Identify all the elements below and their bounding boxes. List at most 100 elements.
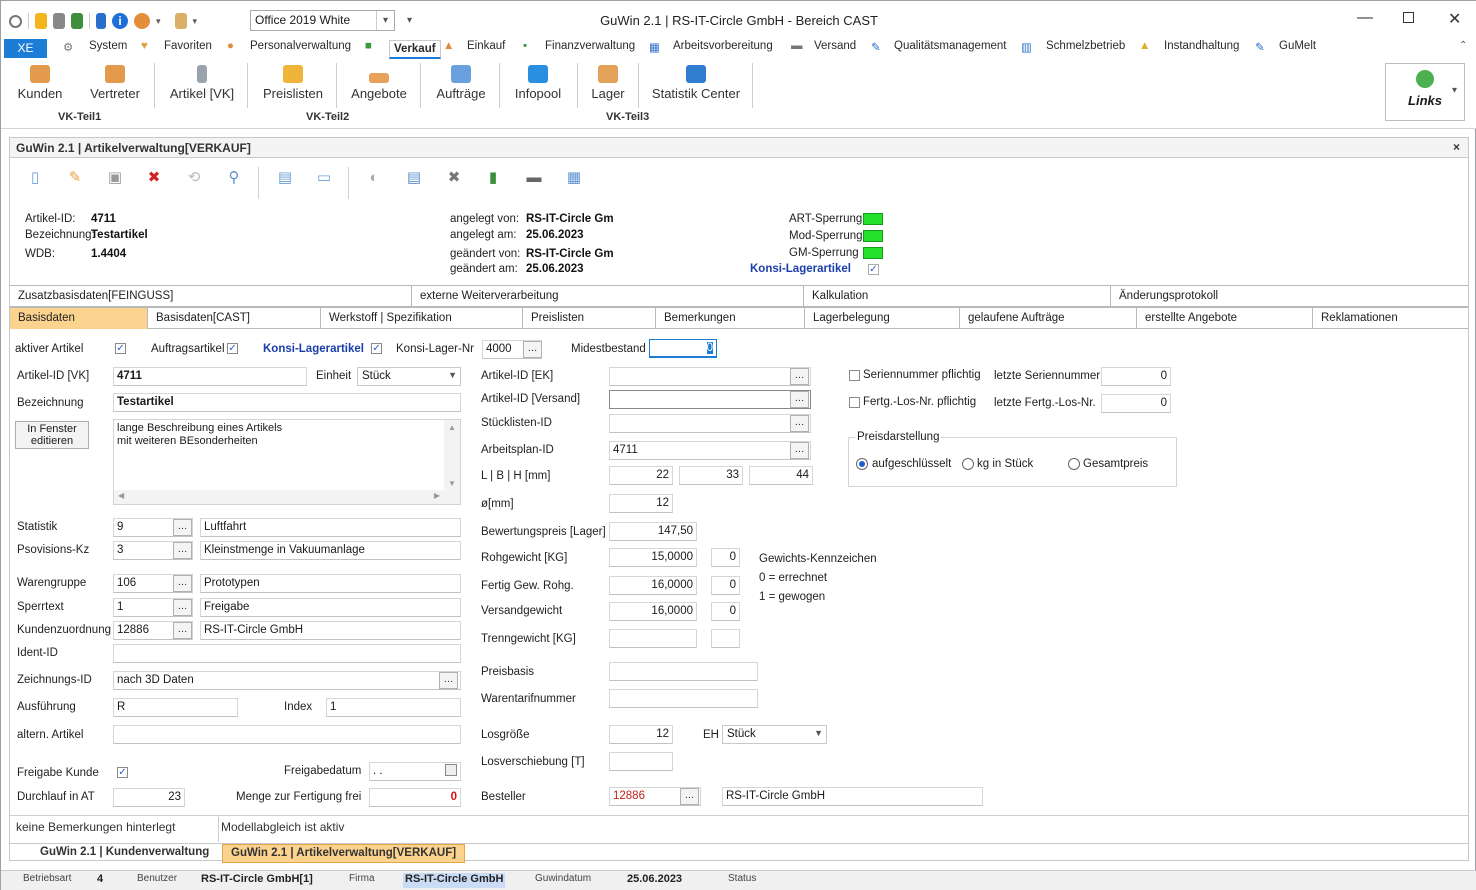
- fertig-gew-input[interactable]: 16,0000: [609, 576, 697, 595]
- beschreibung-textarea[interactable]: lange Beschreibung eines Artikels mit we…: [113, 419, 461, 505]
- konsi-lagerartikel-checkbox[interactable]: ✓: [371, 343, 382, 354]
- vertical-scrollbar[interactable]: ▲ ▼: [444, 420, 460, 490]
- close-document-icon[interactable]: ×: [1453, 140, 1460, 154]
- kundenzuordnung-lookup-button[interactable]: …: [173, 622, 192, 639]
- minimize-icon[interactable]: —: [1357, 9, 1373, 27]
- ribbon-lager[interactable]: Lager: [589, 65, 627, 101]
- zeichnungs-id-lookup-button[interactable]: …: [439, 672, 458, 689]
- statistik-lookup-button[interactable]: …: [173, 519, 192, 536]
- arbeitsplan-id-lookup-button[interactable]: …: [790, 442, 809, 459]
- menu-verkauf[interactable]: Verkauf: [389, 40, 441, 59]
- losverschiebung-input[interactable]: [609, 752, 673, 771]
- menge-frei-input[interactable]: 0: [369, 788, 461, 807]
- altern-artikel-input[interactable]: [113, 725, 461, 744]
- ribbon-statistik-center[interactable]: Statistik Center: [651, 65, 741, 101]
- hoehe-input[interactable]: 44: [749, 466, 813, 485]
- aufgeschluesselt-radio[interactable]: [856, 458, 868, 470]
- new-icon[interactable]: ▯: [24, 167, 46, 189]
- menu-instandhaltung[interactable]: Instandhaltung: [1164, 40, 1239, 52]
- tab-aenderungsprotokoll[interactable]: Änderungsprotokoll: [1111, 286, 1468, 307]
- tab-gelaufene-auftraege[interactable]: gelaufene Aufträge: [960, 308, 1137, 329]
- ribbon-kunden[interactable]: Kunden: [17, 65, 63, 101]
- menu-favoriten[interactable]: Favoriten: [164, 40, 212, 52]
- laenge-input[interactable]: 22: [609, 466, 673, 485]
- trenngewicht-input[interactable]: [609, 629, 697, 648]
- trenngewicht-kennzeichen[interactable]: [711, 629, 740, 648]
- arbeitsplan-id-input[interactable]: 4711: [609, 441, 811, 460]
- undo-icon[interactable]: ⟲: [183, 167, 205, 189]
- menu-arbeitsvorbereitung[interactable]: Arbeitsvorbereitung: [673, 40, 773, 52]
- ribbon-infopool[interactable]: Infopool: [511, 65, 565, 101]
- los-nr-pflichtig-checkbox[interactable]: [849, 397, 860, 408]
- besteller-lookup-button[interactable]: …: [680, 788, 699, 805]
- kg-in-stueck-radio[interactable]: [962, 458, 974, 470]
- warentarifnummer-input[interactable]: [609, 689, 758, 708]
- collapse-ribbon-icon[interactable]: ⌃: [1459, 40, 1467, 51]
- artikel-id-ek-input[interactable]: [609, 367, 811, 386]
- rohgewicht-input[interactable]: 15,0000: [609, 548, 697, 567]
- losgroesse-input[interactable]: 12: [609, 725, 673, 744]
- ribbon-angebote[interactable]: Angebote: [349, 65, 409, 101]
- gesamtpreis-radio[interactable]: [1068, 458, 1080, 470]
- bezeichnung-input[interactable]: Testartikel: [113, 393, 461, 412]
- tab-kalkulation[interactable]: Kalkulation: [804, 286, 1111, 307]
- tab-externe-weiterverarbeitung[interactable]: externe Weiterverarbeitung: [412, 286, 804, 307]
- seriennummer-pflichtig-checkbox[interactable]: [849, 370, 860, 381]
- doc-tab-artikelverwaltung[interactable]: GuWin 2.1 | Artikelverwaltung[VERKAUF]: [222, 844, 466, 863]
- search-icon[interactable]: ⚲: [223, 167, 245, 189]
- tab-basisdaten[interactable]: Basisdaten: [10, 308, 148, 329]
- history-icon[interactable]: ◐: [363, 167, 385, 189]
- window-icon[interactable]: ▭: [313, 167, 335, 189]
- menu-personalverwaltung[interactable]: Personalverwaltung: [250, 40, 351, 52]
- menu-finanzverwaltung[interactable]: Finanzverwaltung: [545, 40, 635, 52]
- tab-lagerbelegung[interactable]: Lagerbelegung: [805, 308, 960, 329]
- copy-icon[interactable]: ▤: [274, 167, 296, 189]
- stuecklisten-id-input[interactable]: [609, 414, 811, 433]
- index-input[interactable]: 1: [326, 698, 461, 717]
- artikel-id-ek-lookup-button[interactable]: …: [790, 368, 809, 385]
- menu-qualitaetsmanagement[interactable]: Qualitätsmanagement: [894, 40, 1007, 52]
- letzte-los-nr-input[interactable]: 0: [1101, 394, 1171, 413]
- edit-icon[interactable]: ✎: [64, 167, 86, 189]
- versandgewicht-input[interactable]: 16,0000: [609, 602, 697, 621]
- tab-werkstoff[interactable]: Werkstoff | Spezifikation: [321, 308, 523, 329]
- zeichnungs-id-input[interactable]: nach 3D Daten: [113, 671, 461, 690]
- menu-system[interactable]: System: [89, 40, 127, 52]
- psovisions-lookup-button[interactable]: …: [173, 542, 192, 559]
- tab-reklamationen[interactable]: Reklamationen: [1313, 308, 1468, 329]
- auftragsartikel-checkbox[interactable]: ✓: [227, 343, 238, 354]
- ribbon-auftraege[interactable]: Aufträge: [433, 65, 489, 101]
- tab-preislisten[interactable]: Preislisten: [523, 308, 656, 329]
- artikel-id-vk-input[interactable]: 4711: [113, 367, 307, 386]
- edit-in-window-button[interactable]: In Fenster editieren: [15, 421, 89, 449]
- ribbon-artikel-vk[interactable]: Artikel [VK]: [167, 65, 237, 101]
- tab-bemerkungen[interactable]: Bemerkungen: [656, 308, 805, 329]
- freigabe-kunde-checkbox[interactable]: ✓: [117, 767, 128, 778]
- ribbon-preislisten[interactable]: Preislisten: [261, 65, 325, 101]
- aktiver-artikel-checkbox[interactable]: ✓: [115, 343, 126, 354]
- horizontal-scrollbar[interactable]: ◀ ▶: [114, 490, 460, 504]
- artikel-id-versand-input[interactable]: [609, 390, 811, 409]
- menu-versand[interactable]: Versand: [814, 40, 856, 52]
- tab-basisdaten-cast[interactable]: Basisdaten[CAST]: [148, 308, 321, 329]
- tools-icon[interactable]: ✖: [443, 167, 465, 189]
- mindestbestand-input[interactable]: 0: [649, 339, 717, 358]
- tab-zusatzbasisdaten[interactable]: Zusatzbasisdaten[FEINGUSS]: [10, 286, 412, 307]
- menu-schmelzbetrieb[interactable]: Schmelzbetrieb: [1046, 40, 1125, 52]
- breite-input[interactable]: 33: [679, 466, 743, 485]
- artikel-id-versand-lookup-button[interactable]: …: [790, 391, 809, 408]
- sperrtext-lookup-button[interactable]: …: [173, 599, 192, 616]
- document-icon[interactable]: ▤: [403, 167, 425, 189]
- export-icon[interactable]: ▮: [482, 167, 504, 189]
- menu-gumelt[interactable]: GuMelt: [1279, 40, 1316, 52]
- stuecklisten-id-lookup-button[interactable]: …: [790, 415, 809, 432]
- maximize-icon[interactable]: [1403, 12, 1414, 23]
- einheit-select[interactable]: Stück ▼: [357, 367, 461, 386]
- versandgewicht-kennzeichen[interactable]: 0: [711, 602, 740, 621]
- doc-tab-kundenverwaltung[interactable]: GuWin 2.1 | Kundenverwaltung: [32, 844, 217, 863]
- rohgewicht-kennzeichen[interactable]: 0: [711, 548, 740, 567]
- ausfuehrung-input[interactable]: R: [113, 698, 238, 717]
- durchmesser-input[interactable]: 12: [609, 494, 673, 513]
- chevron-down-icon[interactable]: ▾: [1452, 85, 1457, 96]
- print-icon[interactable]: ▬: [523, 167, 545, 189]
